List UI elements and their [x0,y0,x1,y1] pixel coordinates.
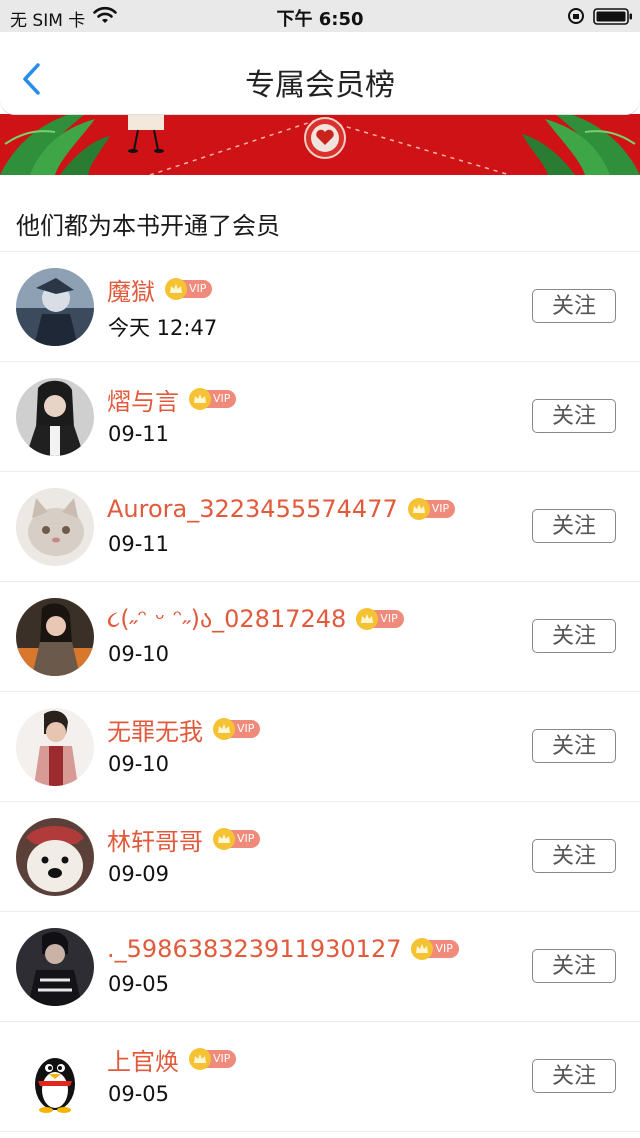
crown-icon [213,718,235,740]
vip-badge: VIP [356,608,404,630]
list-item[interactable]: Aurora_3223455574477 VIP 09-11 关注 [0,472,640,582]
follow-button[interactable]: 关注 [532,949,616,983]
list-item[interactable]: 熠与言 VIP 09-11 关注 [0,362,640,472]
follow-button[interactable]: 关注 [532,729,616,763]
member-date: 09-11 [108,532,170,556]
crown-icon [407,498,430,520]
follow-button[interactable]: 关注 [532,619,616,653]
member-date: 09-09 [108,862,170,886]
name-line: ._598638323911930127 VIP [107,931,459,967]
crown-icon [189,1048,211,1070]
subhead-text: 他们都为本书开通了会员 [16,212,280,240]
vip-badge: VIP [213,828,261,850]
status-bar: 无 SIM 卡 下午 6:50 [0,0,640,32]
member-name[interactable]: ૮(˶ᵔ ᵕ ᵔ˶)ა_02817248 [107,605,346,634]
member-date: 今天 12:47 [108,316,218,340]
member-date: 09-10 [108,752,170,776]
list-item[interactable]: 上官焕 VIP 09-05 关注 [0,1022,640,1132]
member-list: 魔獄 VIP 今天 12:47 关注 熠与言 VIP 09-11 关注 Auro… [0,252,640,1132]
member-date: 09-05 [108,972,170,996]
list-item[interactable]: ૮(˶ᵔ ᵕ ᵔ˶)ა_02817248 VIP 09-10 关注 [0,582,640,692]
status-time: 下午 6:50 [276,9,364,30]
name-line: 无罪无我 VIP [107,711,261,747]
follow-button[interactable]: 关注 [532,839,616,873]
follow-button[interactable]: 关注 [532,399,616,433]
crown-icon [189,388,211,410]
name-line: 上官焕 VIP [107,1041,237,1077]
member-name[interactable]: 熠与言 [107,382,179,417]
name-line: 林轩哥哥 VIP [107,821,261,857]
follow-button[interactable]: 关注 [532,509,616,543]
avatar[interactable] [16,378,94,456]
subhead: 他们都为本书开通了会员 [0,175,640,252]
crown-icon [411,938,434,960]
vip-badge: VIP [189,388,237,410]
member-name[interactable]: 魔獄 [107,272,155,307]
header-banner [0,114,640,175]
avatar[interactable] [16,268,94,346]
crown-icon [213,828,235,850]
crown-icon [356,608,379,630]
page-title: 专属会员榜 [245,68,395,103]
avatar[interactable] [16,598,94,676]
avatar[interactable] [16,488,94,566]
list-item[interactable]: 无罪无我 VIP 09-10 关注 [0,692,640,802]
list-item[interactable]: 林轩哥哥 VIP 09-09 关注 [0,802,640,912]
member-date: 09-10 [108,642,170,666]
follow-button[interactable]: 关注 [532,1059,616,1093]
orientation-lock-icon [568,8,584,24]
name-line: 熠与言 VIP [107,381,237,417]
vip-badge: VIP [189,1048,237,1070]
member-name[interactable]: 无罪无我 [107,712,203,747]
member-name[interactable]: 上官焕 [107,1042,179,1077]
name-line: 魔獄 VIP [107,271,213,307]
list-item[interactable]: 魔獄 VIP 今天 12:47 关注 [0,252,640,362]
member-name[interactable]: 林轩哥哥 [107,822,203,857]
battery-icon [593,8,632,25]
banner-illustration [0,114,640,175]
avatar[interactable] [16,1038,94,1116]
follow-button[interactable]: 关注 [532,289,616,323]
member-date: 09-05 [108,1082,170,1106]
name-line: Aurora_3223455574477 VIP [107,491,456,527]
nav-bar: 专属会员榜 [0,32,640,114]
avatar[interactable] [16,928,94,1006]
crown-icon [165,278,187,300]
vip-badge: VIP [165,278,213,300]
name-line: ૮(˶ᵔ ᵕ ᵔ˶)ა_02817248 VIP [107,601,404,637]
avatar[interactable] [16,708,94,786]
member-date: 09-11 [108,422,170,446]
member-name[interactable]: Aurora_3223455574477 [107,495,398,523]
vip-badge: VIP [213,718,261,740]
vip-badge: VIP [407,498,456,520]
member-name[interactable]: ._598638323911930127 [107,935,401,963]
vip-badge: VIP [411,938,459,960]
avatar[interactable] [16,818,94,896]
list-item[interactable]: ._598638323911930127 VIP 09-05 关注 [0,912,640,1022]
